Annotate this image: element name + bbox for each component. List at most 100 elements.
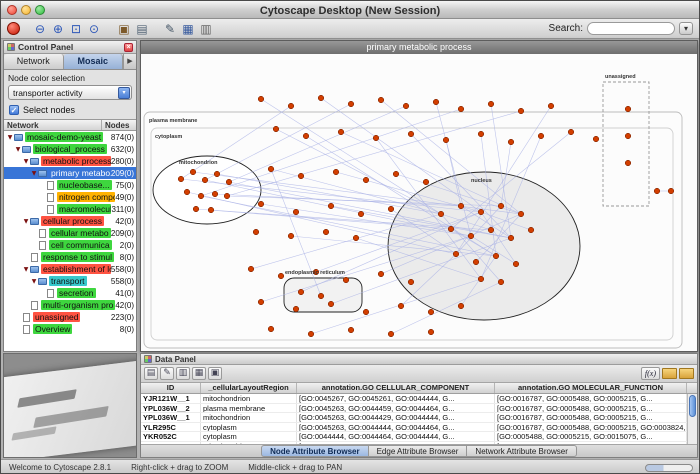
network-node[interactable] bbox=[408, 279, 414, 285]
attribute-duplicate-icon[interactable]: ▦ bbox=[192, 367, 206, 380]
network-node[interactable] bbox=[378, 271, 384, 277]
network-node[interactable] bbox=[338, 129, 344, 135]
network-node[interactable] bbox=[214, 171, 220, 177]
network-node[interactable] bbox=[333, 169, 339, 175]
zoom-in-icon[interactable]: ⊕ bbox=[50, 21, 66, 36]
tree-item-response-to-stimul[interactable]: response to stimul8(0) bbox=[4, 251, 136, 263]
network-node[interactable] bbox=[478, 276, 484, 282]
minimize-window-button[interactable] bbox=[21, 5, 31, 15]
network-node[interactable] bbox=[625, 106, 631, 112]
expand-arrow-icon[interactable]: ▼ bbox=[30, 170, 38, 177]
search-options-dropdown-icon[interactable]: ▾ bbox=[679, 22, 693, 35]
expand-arrow-icon[interactable]: ▼ bbox=[30, 278, 38, 285]
tab-edge-attribute-browser[interactable]: Edge Attribute Browser bbox=[369, 445, 468, 457]
table-row[interactable]: YDR039C__1mitochondrion[GO:0044444, GO:0… bbox=[141, 442, 697, 445]
network-node[interactable] bbox=[548, 103, 554, 109]
cytoscape-logo-icon[interactable] bbox=[7, 22, 20, 35]
table-row[interactable]: YLR295Ccytoplasm[GO:0045263, GO:0044444,… bbox=[141, 423, 697, 433]
tree-item-primary-metabo[interactable]: ▼primary metabo...209(0) bbox=[4, 167, 136, 179]
tree-item-transport[interactable]: ▼transport558(0) bbox=[4, 275, 136, 287]
network-node[interactable] bbox=[625, 160, 631, 166]
network-node[interactable] bbox=[478, 131, 484, 137]
tree-item-multi-organism-pro[interactable]: multi-organism pro42(0) bbox=[4, 299, 136, 311]
network-node[interactable] bbox=[308, 331, 314, 337]
zoom-selected-icon[interactable]: ⊡ bbox=[68, 21, 84, 36]
expand-arrow-icon[interactable]: ▼ bbox=[22, 218, 30, 225]
network-node[interactable] bbox=[453, 251, 459, 257]
network-node[interactable] bbox=[518, 211, 524, 217]
zoom-fit-icon[interactable]: ⊙ bbox=[86, 21, 102, 36]
network-node[interactable] bbox=[328, 301, 334, 307]
network-manager-icon[interactable]: ▥ bbox=[198, 21, 214, 36]
network-node[interactable] bbox=[208, 207, 214, 213]
tree-item-macromolecule[interactable]: macromolecule311(0) bbox=[4, 203, 136, 215]
network-node[interactable] bbox=[528, 227, 534, 233]
network-node[interactable] bbox=[448, 226, 454, 232]
network-node[interactable] bbox=[303, 133, 309, 139]
network-node[interactable] bbox=[288, 233, 294, 239]
network-node[interactable] bbox=[363, 177, 369, 183]
network-node[interactable] bbox=[458, 106, 464, 112]
network-node[interactable] bbox=[343, 277, 349, 283]
network-node[interactable] bbox=[293, 209, 299, 215]
export-attributes-icon[interactable] bbox=[679, 368, 694, 379]
network-node[interactable] bbox=[258, 96, 264, 102]
network-node[interactable] bbox=[498, 279, 504, 285]
expand-arrow-icon[interactable]: ▼ bbox=[6, 134, 14, 141]
attribute-select-icon[interactable]: ▤ bbox=[144, 367, 158, 380]
tab-network-attribute-browser[interactable]: Network Attribute Browser bbox=[467, 445, 576, 457]
network-node[interactable] bbox=[278, 273, 284, 279]
network-node[interactable] bbox=[358, 211, 364, 217]
tab-scroll-right-icon[interactable]: ▶ bbox=[123, 54, 136, 69]
network-node[interactable] bbox=[518, 108, 524, 114]
network-node[interactable] bbox=[348, 327, 354, 333]
network-node[interactable] bbox=[513, 261, 519, 267]
node-color-dropdown[interactable]: transporter activity ▾ bbox=[8, 85, 132, 100]
network-node[interactable] bbox=[378, 97, 384, 103]
show-graphics-details-icon[interactable]: ▣ bbox=[116, 21, 132, 36]
network-node[interactable] bbox=[373, 135, 379, 141]
birdseye-view[interactable] bbox=[3, 353, 137, 458]
network-canvas[interactable]: plasma membranecytoplasmmitochondrionnuc… bbox=[141, 54, 697, 351]
tree-item-establishment-of-lo[interactable]: ▼establishment of lo558(0) bbox=[4, 263, 136, 275]
network-node[interactable] bbox=[224, 193, 230, 199]
control-panel-close-icon[interactable]: × bbox=[124, 43, 133, 52]
network-node[interactable] bbox=[258, 201, 264, 207]
tree-item-nucleobase[interactable]: nucleobase...75(0) bbox=[4, 179, 136, 191]
close-window-button[interactable] bbox=[7, 5, 17, 15]
expand-arrow-icon[interactable]: ▼ bbox=[22, 158, 30, 165]
tree-item-cellular-metabo[interactable]: cellular metabo209(0) bbox=[4, 227, 136, 239]
tab-mosaic[interactable]: Mosaic bbox=[64, 54, 124, 69]
table-row[interactable]: YJR121W__1mitochondrion[GO:0045267, GO:0… bbox=[141, 394, 697, 404]
dropdown-arrow-icon[interactable]: ▾ bbox=[118, 87, 130, 99]
tab-network[interactable]: Network bbox=[4, 54, 64, 69]
network-node[interactable] bbox=[248, 266, 254, 272]
tree-item-nitrogen-compo[interactable]: nitrogen compo49(0) bbox=[4, 191, 136, 203]
network-node[interactable] bbox=[193, 206, 199, 212]
import-attributes-icon[interactable] bbox=[662, 368, 677, 379]
network-node[interactable] bbox=[318, 293, 324, 299]
network-node[interactable] bbox=[184, 189, 190, 195]
attribute-browser-icon[interactable]: ▦ bbox=[180, 21, 196, 36]
tree-item-mosaic-demo-yeast[interactable]: ▼mosaic-demo-yeast874(0) bbox=[4, 131, 136, 143]
network-node[interactable] bbox=[226, 179, 232, 185]
network-node[interactable] bbox=[323, 229, 329, 235]
network-node[interactable] bbox=[273, 126, 279, 132]
tree-item-overview[interactable]: Overview8(0) bbox=[4, 323, 136, 335]
column-header-annotation-go-cellular-component[interactable]: annotation.GO CELLULAR_COMPONENT bbox=[297, 383, 495, 393]
network-node[interactable] bbox=[433, 99, 439, 105]
network-node[interactable] bbox=[478, 209, 484, 215]
table-row[interactable]: YPL036W__1mitochondrion[GO:0045263, GO:0… bbox=[141, 413, 697, 423]
table-row[interactable]: YPL036W__2plasma membrane[GO:0045263, GO… bbox=[141, 404, 697, 414]
network-node[interactable] bbox=[493, 253, 499, 259]
network-node[interactable] bbox=[458, 203, 464, 209]
expand-arrow-icon[interactable]: ▼ bbox=[14, 146, 22, 153]
maximize-window-button[interactable] bbox=[35, 5, 45, 15]
network-node[interactable] bbox=[668, 188, 674, 194]
network-node[interactable] bbox=[508, 139, 514, 145]
network-node[interactable] bbox=[268, 166, 274, 172]
expand-arrow-icon[interactable]: ▼ bbox=[22, 266, 30, 273]
network-node[interactable] bbox=[443, 137, 449, 143]
tab-node-attribute-browser[interactable]: Node Attribute Browser bbox=[261, 445, 369, 457]
network-node[interactable] bbox=[348, 101, 354, 107]
